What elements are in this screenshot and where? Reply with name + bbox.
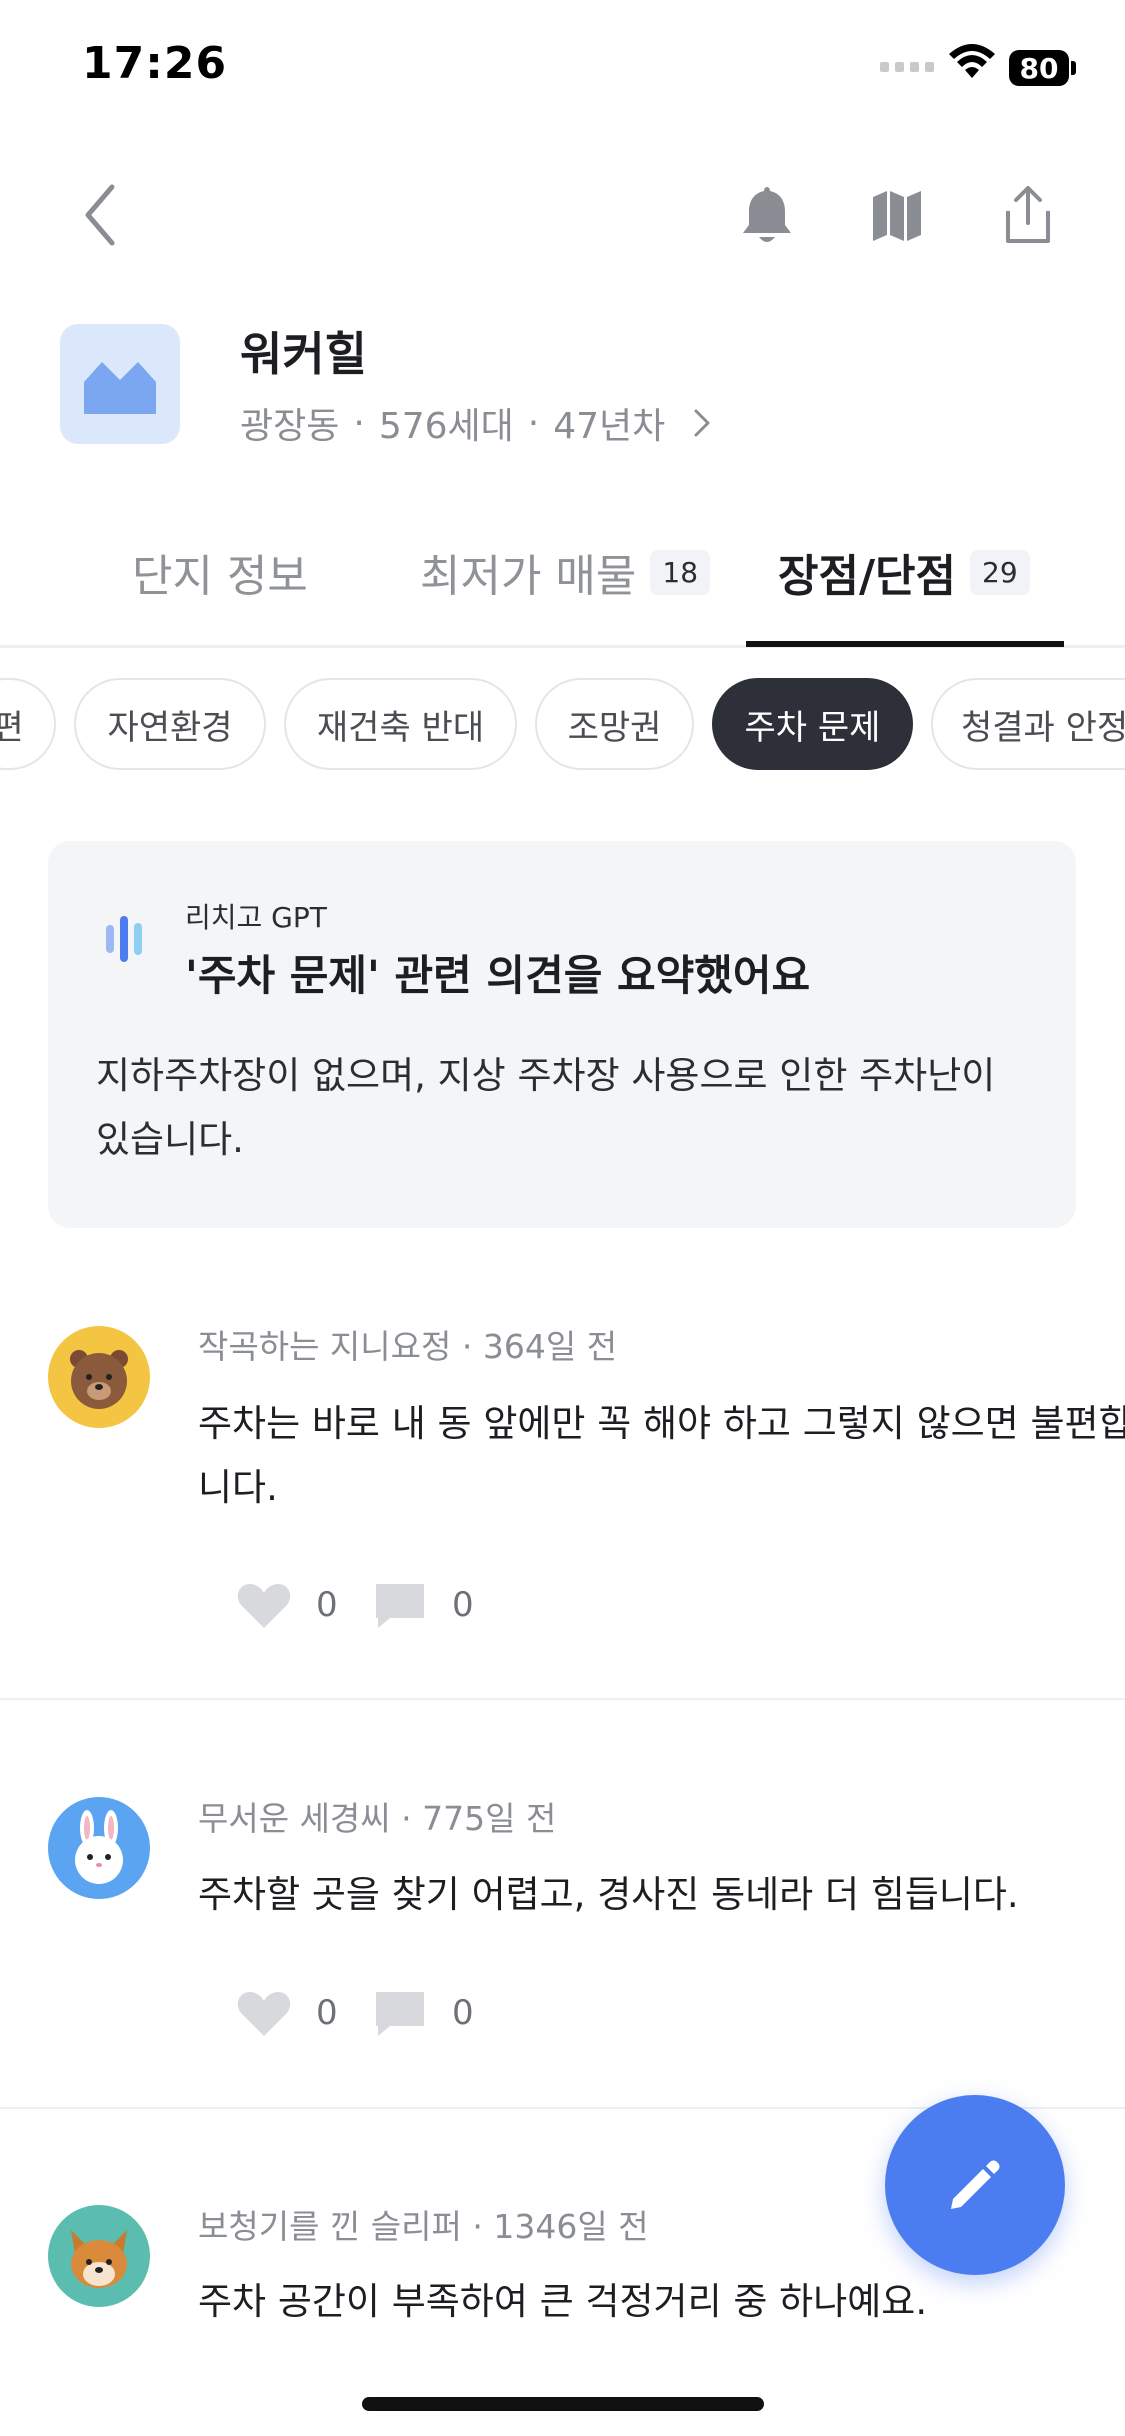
filter-chip[interactable]: 청결과 안정 <box>931 678 1125 770</box>
heart-icon <box>237 1584 291 1628</box>
separator-dot: · <box>527 402 540 444</box>
tab-lowest-listings[interactable]: 최저가 매물 18 <box>420 540 711 604</box>
bear-avatar-icon <box>70 1350 128 1409</box>
complex-age: 47년차 <box>553 406 666 447</box>
map-icon <box>873 191 921 241</box>
gpt-summary-title: '주차 문제' 관련 의견을 요약했어요 <box>185 951 811 1000</box>
review-text: 주차할 곳을 찾기 어렵고, 경사진 동네라 더 힘듭니다. <box>198 1873 1019 1916</box>
review-meta: 보청기를 낀 슬리퍼 · 1346일 전 <box>198 2200 649 2248</box>
rabbit-avatar-icon <box>75 1810 123 1884</box>
review-meta: 작곡하는 지니요정 · 364일 전 <box>198 1320 617 1368</box>
comment-count: 0 <box>452 1585 474 1625</box>
tab-pros-cons[interactable]: 장점/단점 29 <box>778 540 1030 604</box>
separator-dot: · <box>401 1799 423 1838</box>
complex-households: 576세대 <box>378 406 514 447</box>
battery-tip <box>1071 61 1076 75</box>
tab-label: 단지 정보 <box>132 551 308 602</box>
battery-level: 80 <box>1009 50 1069 86</box>
heart-icon <box>237 1992 291 2036</box>
comment-count: 0 <box>452 1993 474 2033</box>
tab-label: 최저가 매물 <box>420 551 637 602</box>
tab-count-badge: 18 <box>650 549 711 595</box>
comment-icon <box>376 1992 424 2036</box>
status-time: 17:26 <box>82 38 228 89</box>
like-button[interactable]: 0 <box>236 1988 338 2038</box>
gpt-logo-icon <box>106 916 142 962</box>
back-button[interactable] <box>70 180 130 250</box>
map-button[interactable] <box>865 180 929 250</box>
active-tab-indicator <box>746 641 1064 647</box>
cellular-signal-icon <box>880 62 934 72</box>
filter-chip-active[interactable]: 주차 문제 <box>712 678 913 770</box>
like-count: 0 <box>316 1585 338 1625</box>
filter-chip-row[interactable]: 편 자연환경 재건축 반대 조망권 주차 문제 청결과 안정 <box>0 678 1125 774</box>
comment-icon <box>376 1584 424 1628</box>
pencil-icon <box>951 2160 1000 2209</box>
gpt-source-label: 리치고 GPT <box>185 901 327 934</box>
notification-button[interactable] <box>735 180 799 250</box>
chevron-right-icon <box>694 409 710 437</box>
house-icon <box>84 362 156 414</box>
complex-meta[interactable]: 광장동 · 576세대 · 47년차 <box>240 397 711 449</box>
complex-thumbnail <box>60 324 180 444</box>
filter-chip[interactable]: 편 <box>0 678 56 770</box>
review-time: 364일 전 <box>482 1327 618 1366</box>
avatar[interactable] <box>48 2205 150 2307</box>
separator-dot: · <box>472 2207 494 2246</box>
review-text: 주차는 바로 내 동 앞에만 꼭 해야 하고 그렇지 않으면 불편합니다. <box>198 1402 1125 1509</box>
separator-dot: · <box>353 402 365 444</box>
gpt-summary-body: 지하주차장이 없으며, 지상 주차장 사용으로 인한 주차난이 있습니다. <box>96 1054 996 1161</box>
comment-button[interactable]: 0 <box>372 1580 474 1630</box>
review-text: 주차 공간이 부족하여 큰 걱정거리 중 하나예요. <box>198 2280 928 2323</box>
comment-button[interactable]: 0 <box>372 1988 474 2038</box>
like-button[interactable]: 0 <box>236 1580 338 1630</box>
filter-chip[interactable]: 재건축 반대 <box>284 678 517 770</box>
home-indicator <box>362 2397 764 2411</box>
tab-label: 장점/단점 <box>778 551 956 602</box>
review-divider <box>0 1698 1125 1700</box>
review-author: 작곡하는 지니요정 <box>198 1327 452 1366</box>
bell-icon <box>743 187 791 242</box>
tab-count-badge: 29 <box>970 549 1030 595</box>
write-review-button[interactable] <box>885 2095 1065 2275</box>
fox-avatar-icon <box>71 2230 127 2288</box>
complex-name: 워커힐 <box>240 327 367 381</box>
separator-dot: · <box>461 1327 483 1366</box>
filter-chip[interactable]: 조망권 <box>535 678 694 770</box>
share-button[interactable] <box>996 180 1060 250</box>
review-author: 보청기를 낀 슬리퍼 <box>198 2207 462 2246</box>
tab-complex-info[interactable]: 단지 정보 <box>132 540 308 604</box>
review-author: 무서운 세경씨 <box>198 1799 391 1838</box>
avatar[interactable] <box>48 1797 150 1899</box>
wifi-icon <box>949 44 995 78</box>
back-arrow-icon <box>85 184 115 246</box>
review-time: 775일 전 <box>422 1799 557 1838</box>
complex-location: 광장동 <box>240 406 340 447</box>
share-icon <box>1006 186 1050 243</box>
review-meta: 무서운 세경씨 · 775일 전 <box>198 1792 556 1840</box>
like-count: 0 <box>316 1993 338 2033</box>
filter-chip[interactable]: 자연환경 <box>74 678 266 770</box>
avatar[interactable] <box>48 1326 150 1428</box>
review-time: 1346일 전 <box>493 2207 649 2246</box>
